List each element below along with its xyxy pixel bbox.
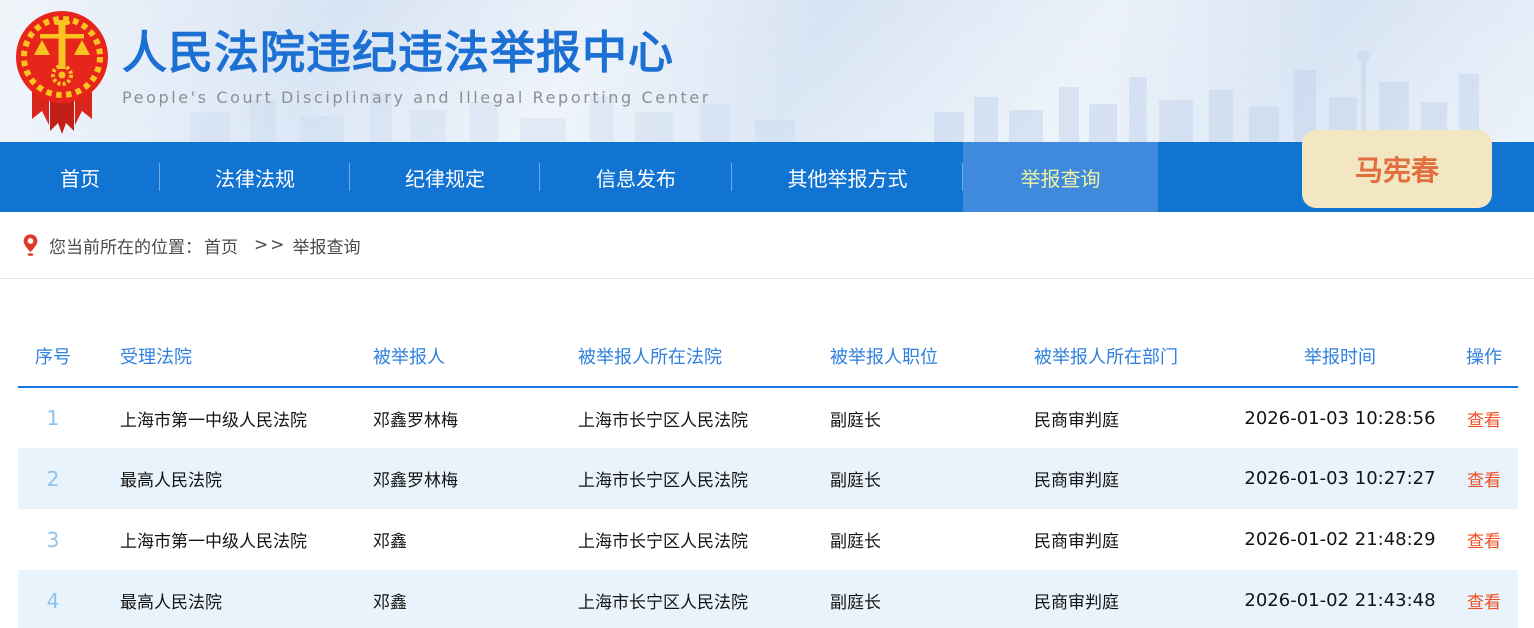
cell-reported-person-court: 上海市长宁区人民法院 [560,570,812,628]
cell-reported-person: 邓鑫罗林梅 [355,387,560,448]
cell-reported-person-department: 民商审判庭 [1016,570,1230,628]
site-header: 人民法院违纪违法举报中心 People's Court Disciplinary… [0,0,1534,142]
row-number: 4 [18,570,88,628]
site-subtitle-en: People's Court Disciplinary and Illegal … [122,88,711,107]
breadcrumb-current: 举报查询 [293,233,361,258]
view-link[interactable]: 查看 [1467,471,1501,491]
cell-accepting-court: 最高人民法院 [88,448,355,509]
table-row: 3 上海市第一中级人民法院 邓鑫 上海市长宁区人民法院 副庭长 民商审判庭 20… [18,509,1518,570]
row-number: 3 [18,509,88,570]
view-link[interactable]: 查看 [1467,532,1501,552]
column-header-reported-person-department: 被举报人所在部门 [1016,329,1230,387]
view-link[interactable]: 查看 [1467,593,1501,613]
column-header-reported-person-court: 被举报人所在法院 [560,329,812,387]
cell-report-time: 2026-01-02 21:43:48 [1230,570,1450,628]
cell-report-time: 2026-01-03 10:28:56 [1230,387,1450,448]
court-emblem-logo [12,7,112,139]
breadcrumb: 您当前所在的位置： 首页 >> 举报查询 [0,212,1534,279]
column-header-reported-person: 被举报人 [355,329,560,387]
breadcrumb-separator: >> [254,235,287,255]
nav-item-home[interactable]: 首页 [0,142,160,212]
user-badge[interactable]: 马宪春 [1302,130,1492,208]
nav-item-discipline-rules[interactable]: 纪律规定 [350,142,540,212]
cell-accepting-court: 上海市第一中级人民法院 [88,509,355,570]
column-header-accepting-court: 受理法院 [88,329,355,387]
main-nav: 首页 法律法规 纪律规定 信息发布 其他举报方式 举报查询 马宪春 [0,142,1534,212]
cell-reported-person: 邓鑫 [355,509,560,570]
cell-reported-person-department: 民商审判庭 [1016,448,1230,509]
view-link[interactable]: 查看 [1467,411,1501,431]
cell-accepting-court: 最高人民法院 [88,570,355,628]
row-number: 1 [18,387,88,448]
cell-reported-person-position: 副庭长 [812,387,1016,448]
city-skyline-decoration [934,42,1494,142]
cell-report-time: 2026-01-03 10:27:27 [1230,448,1450,509]
breadcrumb-home-link[interactable]: 首页 [204,233,238,258]
column-header-actions: 操作 [1450,329,1518,387]
cell-reported-person-position: 副庭长 [812,509,1016,570]
nav-item-info-release[interactable]: 信息发布 [540,142,732,212]
cell-accepting-court: 上海市第一中级人民法院 [88,387,355,448]
row-number: 2 [18,448,88,509]
cell-reported-person-court: 上海市长宁区人民法院 [560,448,812,509]
cell-reported-person-position: 副庭长 [812,570,1016,628]
nav-item-other-report-methods[interactable]: 其他举报方式 [732,142,963,212]
cell-reported-person: 邓鑫 [355,570,560,628]
report-table-body: 1 上海市第一中级人民法院 邓鑫罗林梅 上海市长宁区人民法院 副庭长 民商审判庭… [18,387,1518,628]
table-row: 2 最高人民法院 邓鑫罗林梅 上海市长宁区人民法院 副庭长 民商审判庭 2026… [18,448,1518,509]
column-header-report-time: 举报时间 [1230,329,1450,387]
column-header-reported-person-position: 被举报人职位 [812,329,1016,387]
table-row: 4 最高人民法院 邓鑫 上海市长宁区人民法院 副庭长 民商审判庭 2026-01… [18,570,1518,628]
cell-reported-person-court: 上海市长宁区人民法院 [560,509,812,570]
report-query-results: 序号 受理法院 被举报人 被举报人所在法院 被举报人职位 被举报人所在部门 举报… [0,279,1534,628]
cell-reported-person: 邓鑫罗林梅 [355,448,560,509]
column-header-index: 序号 [18,329,88,387]
cell-reported-person-position: 副庭长 [812,448,1016,509]
cell-report-time: 2026-01-02 21:48:29 [1230,509,1450,570]
site-title: 人民法院违纪违法举报中心 [122,26,711,80]
table-row: 1 上海市第一中级人民法院 邓鑫罗林梅 上海市长宁区人民法院 副庭长 民商审判庭… [18,387,1518,448]
nav-item-laws-regulations[interactable]: 法律法规 [160,142,350,212]
location-pin-icon [22,233,39,257]
cell-reported-person-department: 民商审判庭 [1016,387,1230,448]
breadcrumb-prefix: 您当前所在的位置： [49,233,202,258]
report-table: 序号 受理法院 被举报人 被举报人所在法院 被举报人职位 被举报人所在部门 举报… [18,329,1518,628]
nav-item-report-query[interactable]: 举报查询 [963,142,1158,212]
table-header-row: 序号 受理法院 被举报人 被举报人所在法院 被举报人职位 被举报人所在部门 举报… [18,329,1518,387]
cell-reported-person-court: 上海市长宁区人民法院 [560,387,812,448]
cell-reported-person-department: 民商审判庭 [1016,509,1230,570]
